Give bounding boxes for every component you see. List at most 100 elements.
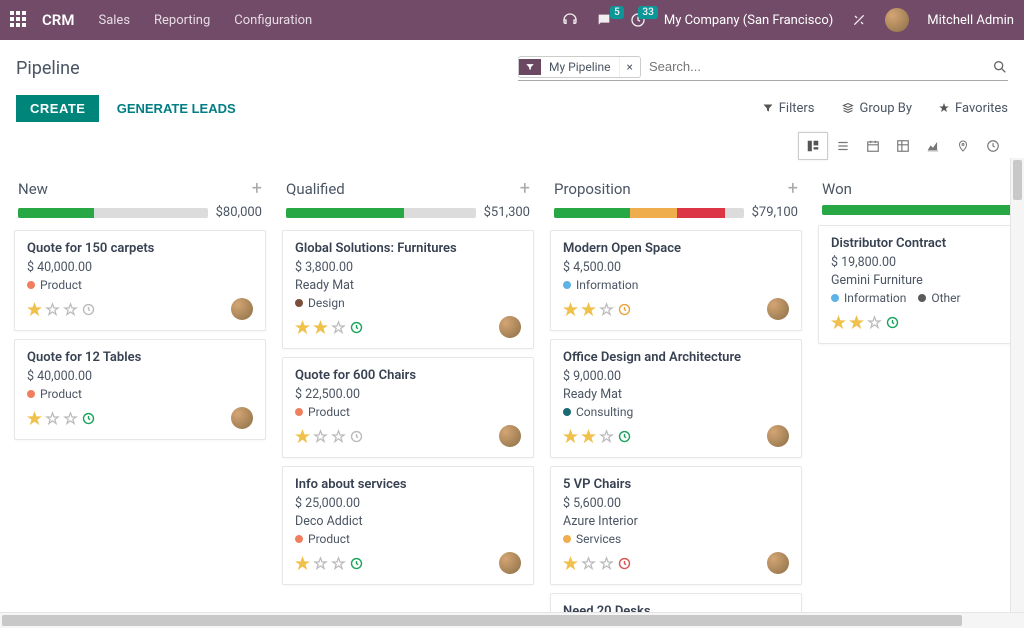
search-input[interactable] xyxy=(641,55,992,78)
star-icon[interactable] xyxy=(599,556,614,571)
filters-menu[interactable]: Filters xyxy=(762,101,815,116)
activity-clock-icon[interactable] xyxy=(617,556,632,571)
progress-bar[interactable] xyxy=(822,205,1024,215)
kanban-column: Won + Distributor Contract $ 19,800.00 G… xyxy=(810,168,1024,606)
create-button[interactable]: CREATE xyxy=(16,95,99,122)
star-icon[interactable] xyxy=(581,302,596,317)
kanban-card[interactable]: Office Design and Architecture $ 9,000.0… xyxy=(550,339,802,458)
settings-icon[interactable] xyxy=(851,12,867,28)
kanban-card[interactable]: Info about services $ 25,000.00 Deco Add… xyxy=(282,466,534,585)
star-icon[interactable] xyxy=(581,429,596,444)
activity-clock-icon[interactable] xyxy=(617,429,632,444)
card-revenue: $ 9,000.00 xyxy=(563,369,789,384)
vertical-scrollbar[interactable] xyxy=(1010,158,1024,612)
kanban-card[interactable]: Quote for 12 Tables $ 40,000.00 Product xyxy=(14,339,266,440)
star-icon[interactable] xyxy=(831,315,846,330)
salesperson-avatar[interactable] xyxy=(499,316,521,338)
star-icon[interactable] xyxy=(563,429,578,444)
card-title: 5 VP Chairs xyxy=(563,477,789,492)
star-icon[interactable] xyxy=(27,411,42,426)
column-title[interactable]: Won xyxy=(822,180,852,198)
nav-sales[interactable]: Sales xyxy=(98,13,130,28)
star-icon[interactable] xyxy=(563,556,578,571)
activity-clock-icon[interactable] xyxy=(81,302,96,317)
star-icon[interactable] xyxy=(867,315,882,330)
progress-bar[interactable] xyxy=(18,208,208,218)
view-pivot[interactable] xyxy=(888,132,918,160)
view-graph[interactable] xyxy=(918,132,948,160)
star-icon[interactable] xyxy=(45,411,60,426)
star-icon[interactable] xyxy=(295,429,310,444)
quick-add-icon[interactable]: + xyxy=(252,178,262,199)
kanban-card[interactable]: Need 20 Desks $ 60,000.00 xyxy=(550,593,802,612)
nav-configuration[interactable]: Configuration xyxy=(234,13,312,28)
star-icon[interactable] xyxy=(45,302,60,317)
progress-bar[interactable] xyxy=(286,208,476,218)
tag: Information xyxy=(563,278,638,292)
activity-clock-icon[interactable] xyxy=(81,411,96,426)
activity-clock-icon[interactable] xyxy=(349,556,364,571)
kanban-card[interactable]: Quote for 150 carpets $ 40,000.00 Produc… xyxy=(14,230,266,331)
priority-stars xyxy=(831,315,900,330)
star-icon[interactable] xyxy=(295,320,310,335)
star-icon[interactable] xyxy=(313,556,328,571)
company-switcher[interactable]: My Company (San Francisco) xyxy=(664,13,833,28)
activity-clock-icon[interactable] xyxy=(617,302,632,317)
salesperson-avatar[interactable] xyxy=(231,407,253,429)
search-icon[interactable] xyxy=(992,59,1008,75)
star-icon[interactable] xyxy=(331,320,346,335)
salesperson-avatar[interactable] xyxy=(231,298,253,320)
column-title[interactable]: New xyxy=(18,180,48,198)
star-icon[interactable] xyxy=(331,429,346,444)
view-kanban[interactable] xyxy=(798,132,828,160)
chat-icon[interactable]: 5 xyxy=(596,12,612,28)
horizontal-scrollbar[interactable] xyxy=(0,612,1024,628)
kanban-card[interactable]: Global Solutions: Furnitures $ 3,800.00 … xyxy=(282,230,534,349)
user-name[interactable]: Mitchell Admin xyxy=(927,13,1014,28)
voip-icon[interactable] xyxy=(562,12,578,28)
view-list[interactable] xyxy=(828,132,858,160)
kanban-board[interactable]: New + $80,000 Quote for 150 carpets $ 40… xyxy=(0,168,1024,612)
favorites-menu[interactable]: Favorites xyxy=(938,101,1008,116)
star-icon[interactable] xyxy=(331,556,346,571)
column-title[interactable]: Proposition xyxy=(554,180,631,198)
salesperson-avatar[interactable] xyxy=(767,425,789,447)
kanban-card[interactable]: Quote for 600 Chairs $ 22,500.00 Product xyxy=(282,357,534,458)
star-icon[interactable] xyxy=(295,556,310,571)
activity-clock-icon[interactable] xyxy=(349,320,364,335)
quick-add-icon[interactable]: + xyxy=(520,178,530,199)
salesperson-avatar[interactable] xyxy=(499,552,521,574)
salesperson-avatar[interactable] xyxy=(767,298,789,320)
apps-launcher-icon[interactable] xyxy=(10,11,28,29)
quick-add-icon[interactable]: + xyxy=(788,178,798,199)
kanban-card[interactable]: Distributor Contract $ 19,800.00 Gemini … xyxy=(818,225,1024,344)
star-icon[interactable] xyxy=(581,556,596,571)
chip-remove[interactable]: × xyxy=(619,57,640,77)
salesperson-avatar[interactable] xyxy=(767,552,789,574)
card-tags: Product xyxy=(295,405,521,419)
view-calendar[interactable] xyxy=(858,132,888,160)
star-icon[interactable] xyxy=(599,302,614,317)
salesperson-avatar[interactable] xyxy=(499,425,521,447)
star-icon[interactable] xyxy=(313,320,328,335)
star-icon[interactable] xyxy=(63,302,78,317)
user-avatar[interactable] xyxy=(885,8,909,32)
star-icon[interactable] xyxy=(313,429,328,444)
column-title[interactable]: Qualified xyxy=(286,180,345,198)
progress-bar[interactable] xyxy=(554,208,744,218)
star-icon[interactable] xyxy=(63,411,78,426)
groupby-menu[interactable]: Group By xyxy=(841,101,913,116)
kanban-card[interactable]: 5 VP Chairs $ 5,600.00 Azure Interior Se… xyxy=(550,466,802,585)
star-icon[interactable] xyxy=(563,302,578,317)
view-activity[interactable] xyxy=(978,132,1008,160)
star-icon[interactable] xyxy=(849,315,864,330)
star-icon[interactable] xyxy=(599,429,614,444)
activity-icon[interactable]: 33 xyxy=(630,12,646,28)
activity-clock-icon[interactable] xyxy=(885,315,900,330)
generate-leads-button[interactable]: GENERATE LEADS xyxy=(103,95,250,122)
view-map[interactable] xyxy=(948,132,978,160)
activity-clock-icon[interactable] xyxy=(349,429,364,444)
kanban-card[interactable]: Modern Open Space $ 4,500.00 Information xyxy=(550,230,802,331)
nav-reporting[interactable]: Reporting xyxy=(154,13,210,28)
star-icon[interactable] xyxy=(27,302,42,317)
